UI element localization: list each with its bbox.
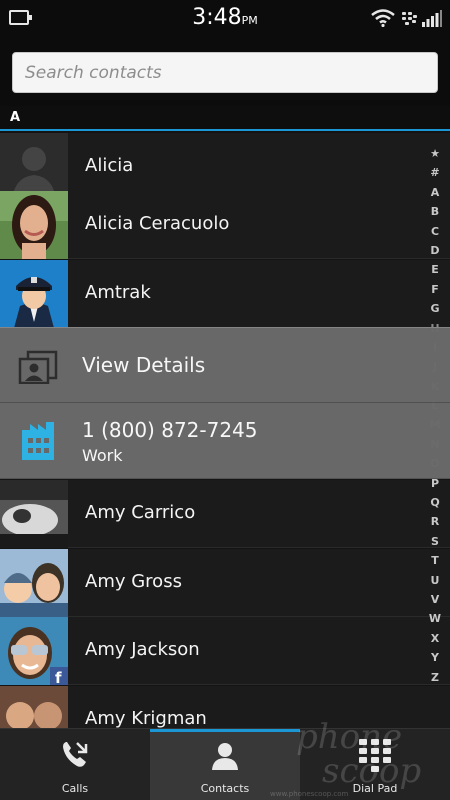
index-letter[interactable]: R [424, 512, 446, 531]
clock-time: 3:48 [192, 5, 242, 30]
watermark-line2: scoop [322, 751, 422, 791]
contact-row[interactable]: Amy Gross [0, 549, 450, 617]
phone-type-label: Work [82, 446, 123, 465]
contact-action-menu: View Details 1 (800) 872-7245 Work [0, 327, 450, 479]
watermark-line1: phone [296, 717, 403, 757]
avatar [0, 480, 68, 548]
index-letter[interactable]: A [424, 183, 446, 202]
svg-text:f: f [55, 669, 62, 685]
index-letter[interactable]: Q [424, 493, 446, 512]
view-details-icon [18, 350, 58, 384]
index-letter[interactable]: E [424, 260, 446, 279]
phonescoop-watermark-logo: phone scoop [296, 720, 446, 798]
index-letter[interactable]: G [424, 299, 446, 318]
view-details-label: View Details [82, 353, 206, 377]
index-letter[interactable]: T [424, 551, 446, 570]
tab-calls[interactable]: Calls [0, 729, 150, 800]
index-letter[interactable]: S [424, 532, 446, 551]
tab-calls-label: Calls [61, 782, 89, 795]
section-letter: A [10, 110, 21, 125]
blackberry-icon [402, 12, 417, 25]
contact-name: Alicia Ceracuolo [85, 213, 230, 234]
contact-name: Alicia [85, 155, 134, 176]
calls-icon [63, 742, 88, 767]
contact-name: Amy Jackson [85, 639, 200, 660]
contact-name: Amy Krigman [85, 708, 207, 729]
avatar: f [0, 617, 68, 685]
wifi-icon [371, 9, 395, 27]
index-letter[interactable]: ★ [424, 144, 446, 163]
contact-row[interactable]: Amy Carrico [0, 480, 450, 548]
contact-row[interactable]: Amtrak [0, 260, 450, 328]
contact-name: Amy Carrico [85, 502, 196, 523]
section-header: A [0, 106, 450, 131]
contact-name: Amtrak [85, 282, 151, 303]
watermark-url: www.phonescoop.com [270, 790, 349, 798]
index-letter[interactable]: W [424, 609, 446, 628]
avatar [0, 191, 68, 259]
index-letter[interactable]: B [424, 202, 446, 221]
index-letter[interactable]: # [424, 163, 446, 182]
phone-number: 1 (800) 872-7245 [82, 418, 258, 442]
search-bar [0, 38, 450, 106]
index-letter[interactable]: Y [424, 648, 446, 667]
view-details-button[interactable]: View Details [0, 328, 450, 403]
search-input[interactable] [12, 52, 438, 93]
index-letter[interactable]: C [424, 222, 446, 241]
index-letter[interactable]: D [424, 241, 446, 260]
contacts-icon [212, 743, 238, 770]
signal-strength-icon [422, 10, 442, 27]
avatar [0, 549, 68, 617]
contact-row[interactable]: Alicia Ceracuolo [0, 191, 450, 259]
index-letter[interactable]: V [424, 590, 446, 609]
index-letter[interactable]: U [424, 571, 446, 590]
contact-name: Amy Gross [85, 571, 182, 592]
contact-row[interactable]: f Amy Jackson [0, 617, 450, 685]
index-letter[interactable]: F [424, 280, 446, 299]
clock-ampm: PM [241, 14, 258, 27]
index-letter[interactable]: X [424, 629, 446, 648]
call-work-number-button[interactable]: 1 (800) 872-7245 Work [0, 404, 450, 479]
avatar [0, 260, 68, 328]
status-bar: 3:48PM [0, 0, 450, 38]
index-letter[interactable]: Z [424, 668, 446, 687]
work-building-icon [22, 422, 54, 460]
